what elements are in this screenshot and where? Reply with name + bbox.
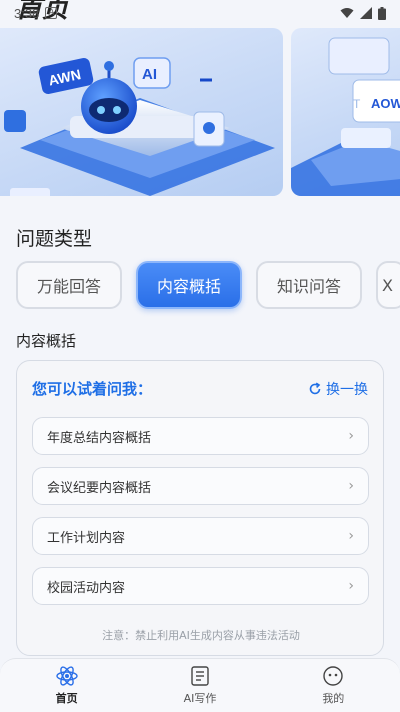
nav-label: AI写作 — [183, 692, 217, 705]
chat-face-icon — [323, 666, 344, 686]
wifi-icon — [340, 8, 354, 18]
suggestion-text: 校园活动内容 — [47, 580, 126, 596]
banner-carousel[interactable]: AWN AI AOW T — [0, 28, 400, 196]
signal-icon — [360, 7, 372, 19]
atom-icon — [55, 666, 78, 686]
chevron-right-icon: › — [348, 478, 354, 494]
tab-partial[interactable]: X — [376, 261, 400, 309]
refresh-icon — [309, 382, 321, 394]
notebook-icon — [191, 666, 209, 686]
section-title: 问题类型 — [16, 228, 93, 250]
content-heading: 内容概括 — [16, 332, 77, 350]
ai-document-illustration: AOW T — [291, 37, 400, 196]
banner-t-label: T — [353, 97, 361, 111]
status-bar: 3:38 A — [0, 0, 400, 26]
tab-label: 知识问答 — [276, 277, 341, 296]
tab-universal-answer[interactable]: 万能回答 — [16, 261, 122, 309]
tab-label: 内容概括 — [156, 277, 221, 296]
nav-profile[interactable]: 我的 — [288, 665, 378, 706]
status-time: 3:38 — [14, 5, 40, 21]
suggestion-item[interactable]: 会议纪要内容概括 › — [32, 467, 369, 505]
suggestion-text: 年度总结内容概括 — [47, 430, 152, 446]
refresh-label: 换一换 — [326, 381, 368, 398]
tab-knowledge-qa[interactable]: 知识问答 — [256, 261, 362, 309]
tab-content-summary[interactable]: 内容概括 — [136, 261, 242, 309]
battery-icon — [378, 6, 386, 20]
banner-main[interactable]: AWN AI — [0, 28, 283, 196]
suggestion-text: 会议纪要内容概括 — [47, 480, 152, 496]
refresh-button[interactable]: 换一换 — [308, 379, 368, 399]
nav-ai-writing[interactable]: AI写作 — [155, 665, 245, 706]
suggestion-item[interactable]: 工作计划内容 › — [32, 517, 369, 555]
banner-aow-label: AOW — [371, 96, 400, 111]
chevron-right-icon: › — [348, 428, 354, 444]
chevron-right-icon: › — [348, 528, 354, 544]
banner-next[interactable]: AOW T — [291, 28, 400, 196]
ai-robot-illustration: AWN AI — [4, 57, 275, 196]
status-indicator: A — [45, 7, 58, 19]
notice-text: 注意：禁止利用AI生成内容从事违法活动 — [102, 629, 300, 642]
nav-home[interactable]: 首页 — [22, 665, 112, 706]
suggestion-text: 工作计划内容 — [47, 530, 126, 546]
bottom-nav: 首页 AI写作 我的 — [0, 658, 400, 712]
chevron-right-icon: › — [348, 578, 354, 594]
suggestion-item[interactable]: 校园活动内容 › — [32, 567, 369, 605]
nav-label: 我的 — [322, 692, 345, 705]
tab-label: X — [382, 275, 393, 295]
question-type-tabs: 万能回答 内容概括 知识问答 X — [16, 261, 400, 309]
banner-ai-label: AI — [142, 66, 157, 83]
suggestion-item[interactable]: 年度总结内容概括 › — [32, 417, 369, 455]
tab-label: 万能回答 — [36, 277, 101, 296]
nav-label: 首页 — [55, 692, 78, 705]
suggestion-card: 您可以试着问我： 换一换 年度总结内容概括 › 会议纪要内容概括 › 工作计划内… — [16, 360, 384, 656]
prompt-title: 您可以试着问我： — [32, 380, 153, 398]
